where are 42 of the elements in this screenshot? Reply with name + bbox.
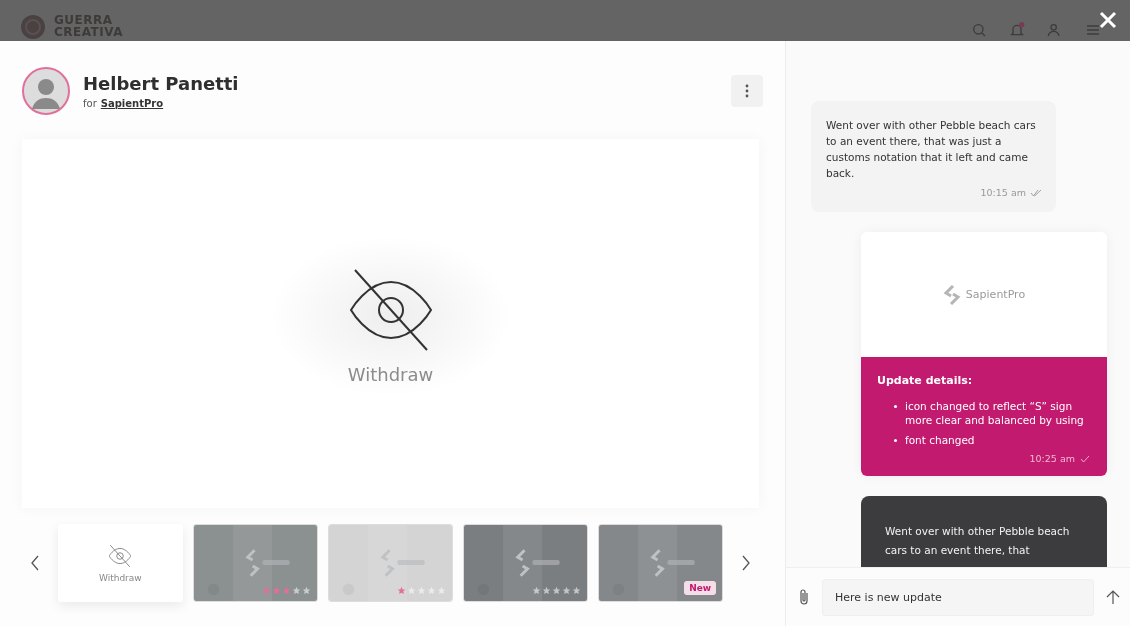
thumbnail[interactable]: Withdraw xyxy=(57,524,183,602)
more-button[interactable] xyxy=(731,75,763,107)
logo-text: SapientPro xyxy=(965,288,1026,301)
star-icon xyxy=(271,586,281,595)
thumbnail-label: Withdraw xyxy=(98,573,142,583)
author-name: Helbert Panetti xyxy=(83,73,239,94)
star-icon xyxy=(261,586,271,595)
star-icon xyxy=(572,586,582,595)
logo-icon xyxy=(942,284,961,305)
star-icon xyxy=(542,586,552,595)
avatar xyxy=(22,67,70,115)
star-icon xyxy=(437,586,447,595)
star-icon xyxy=(407,586,417,595)
send-icon[interactable] xyxy=(1106,589,1120,605)
star-icon xyxy=(532,586,542,595)
update-item: icon changed to reflect “S” sign more clear and balanced by using xyxy=(905,399,1085,427)
star-icon xyxy=(562,586,572,595)
more-icon xyxy=(745,84,749,98)
for-label: for xyxy=(83,98,97,109)
preview-status: Withdraw xyxy=(347,364,434,385)
star-icon xyxy=(291,586,301,595)
star-icon xyxy=(281,586,291,595)
star-icon xyxy=(552,586,562,595)
message-time: 10:15 am xyxy=(980,187,1026,198)
star-icon xyxy=(427,586,437,595)
message-input[interactable]: Here is new update xyxy=(822,578,1094,616)
chevron-left-icon xyxy=(29,555,40,571)
attach-icon[interactable] xyxy=(798,588,810,606)
star-icon xyxy=(397,586,407,595)
message-text: Went over with other Pebble beach cars to an event there, that xyxy=(885,525,1070,556)
star-icon xyxy=(301,586,311,595)
logo-icon xyxy=(20,14,46,40)
message-text: Went over with other Pebble beach cars to an event there, that was just a customs notation that it left and came back. xyxy=(826,118,1037,181)
star-icon xyxy=(417,586,427,595)
message-time: 10:25 am xyxy=(1029,453,1075,464)
update-item: font changed xyxy=(905,433,975,447)
new-badge: New xyxy=(684,581,717,595)
company-link[interactable]: SapientPro xyxy=(100,98,164,109)
eye-off-icon xyxy=(107,543,134,569)
chevron-right-icon xyxy=(741,555,752,571)
update-title: Update details: xyxy=(877,374,974,387)
close-icon xyxy=(1099,11,1117,29)
